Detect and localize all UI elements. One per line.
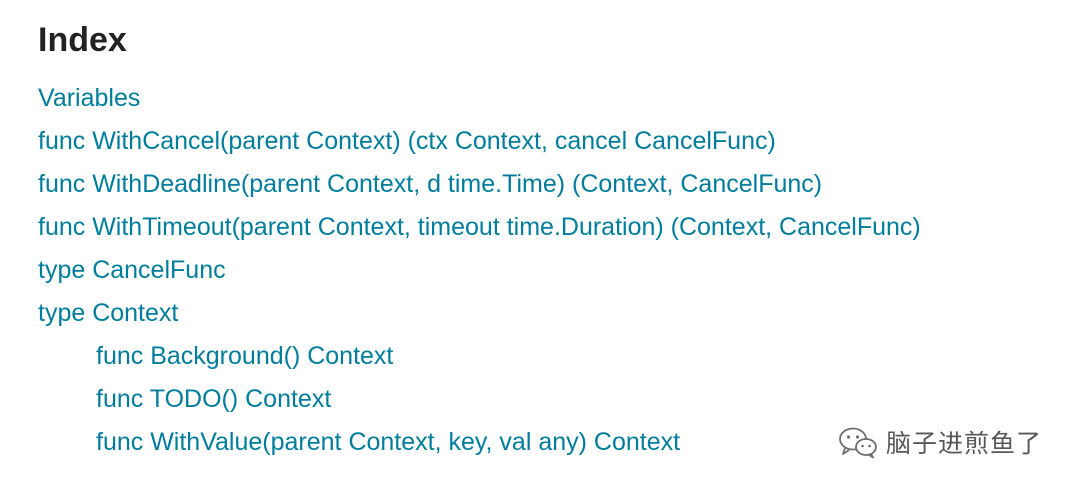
page: Index Variables func WithCancel(parent C… — [0, 0, 1080, 490]
list-item: type Context — [0, 292, 1080, 335]
link-type-cancelfunc[interactable]: type CancelFunc — [38, 256, 226, 284]
list-item: func WithTimeout(parent Context, timeout… — [0, 206, 1080, 249]
link-type-context[interactable]: type Context — [38, 299, 178, 327]
index-heading: Index — [38, 21, 127, 59]
wechat-icon — [839, 427, 877, 459]
link-withdeadline[interactable]: func WithDeadline(parent Context, d time… — [38, 170, 822, 198]
list-item: Variables — [0, 77, 1080, 120]
link-withtimeout[interactable]: func WithTimeout(parent Context, timeout… — [38, 213, 921, 241]
index-list: Variables func WithCancel(parent Context… — [0, 77, 1080, 464]
watermark: 脑子进煎鱼了 — [838, 424, 1042, 460]
list-item: func WithDeadline(parent Context, d time… — [0, 163, 1080, 206]
link-withvalue[interactable]: func WithValue(parent Context, key, val … — [96, 428, 680, 456]
link-todo[interactable]: func TODO() Context — [96, 385, 331, 413]
link-withcancel[interactable]: func WithCancel(parent Context) (ctx Con… — [38, 127, 776, 155]
list-item: func TODO() Context — [0, 378, 1080, 421]
link-background[interactable]: func Background() Context — [96, 342, 393, 370]
watermark-text: 脑子进煎鱼了 — [885, 429, 1042, 458]
link-variables[interactable]: Variables — [38, 84, 140, 112]
list-item: type CancelFunc — [0, 249, 1080, 292]
list-item: func WithCancel(parent Context) (ctx Con… — [0, 120, 1080, 163]
list-item: func Background() Context — [0, 335, 1080, 378]
